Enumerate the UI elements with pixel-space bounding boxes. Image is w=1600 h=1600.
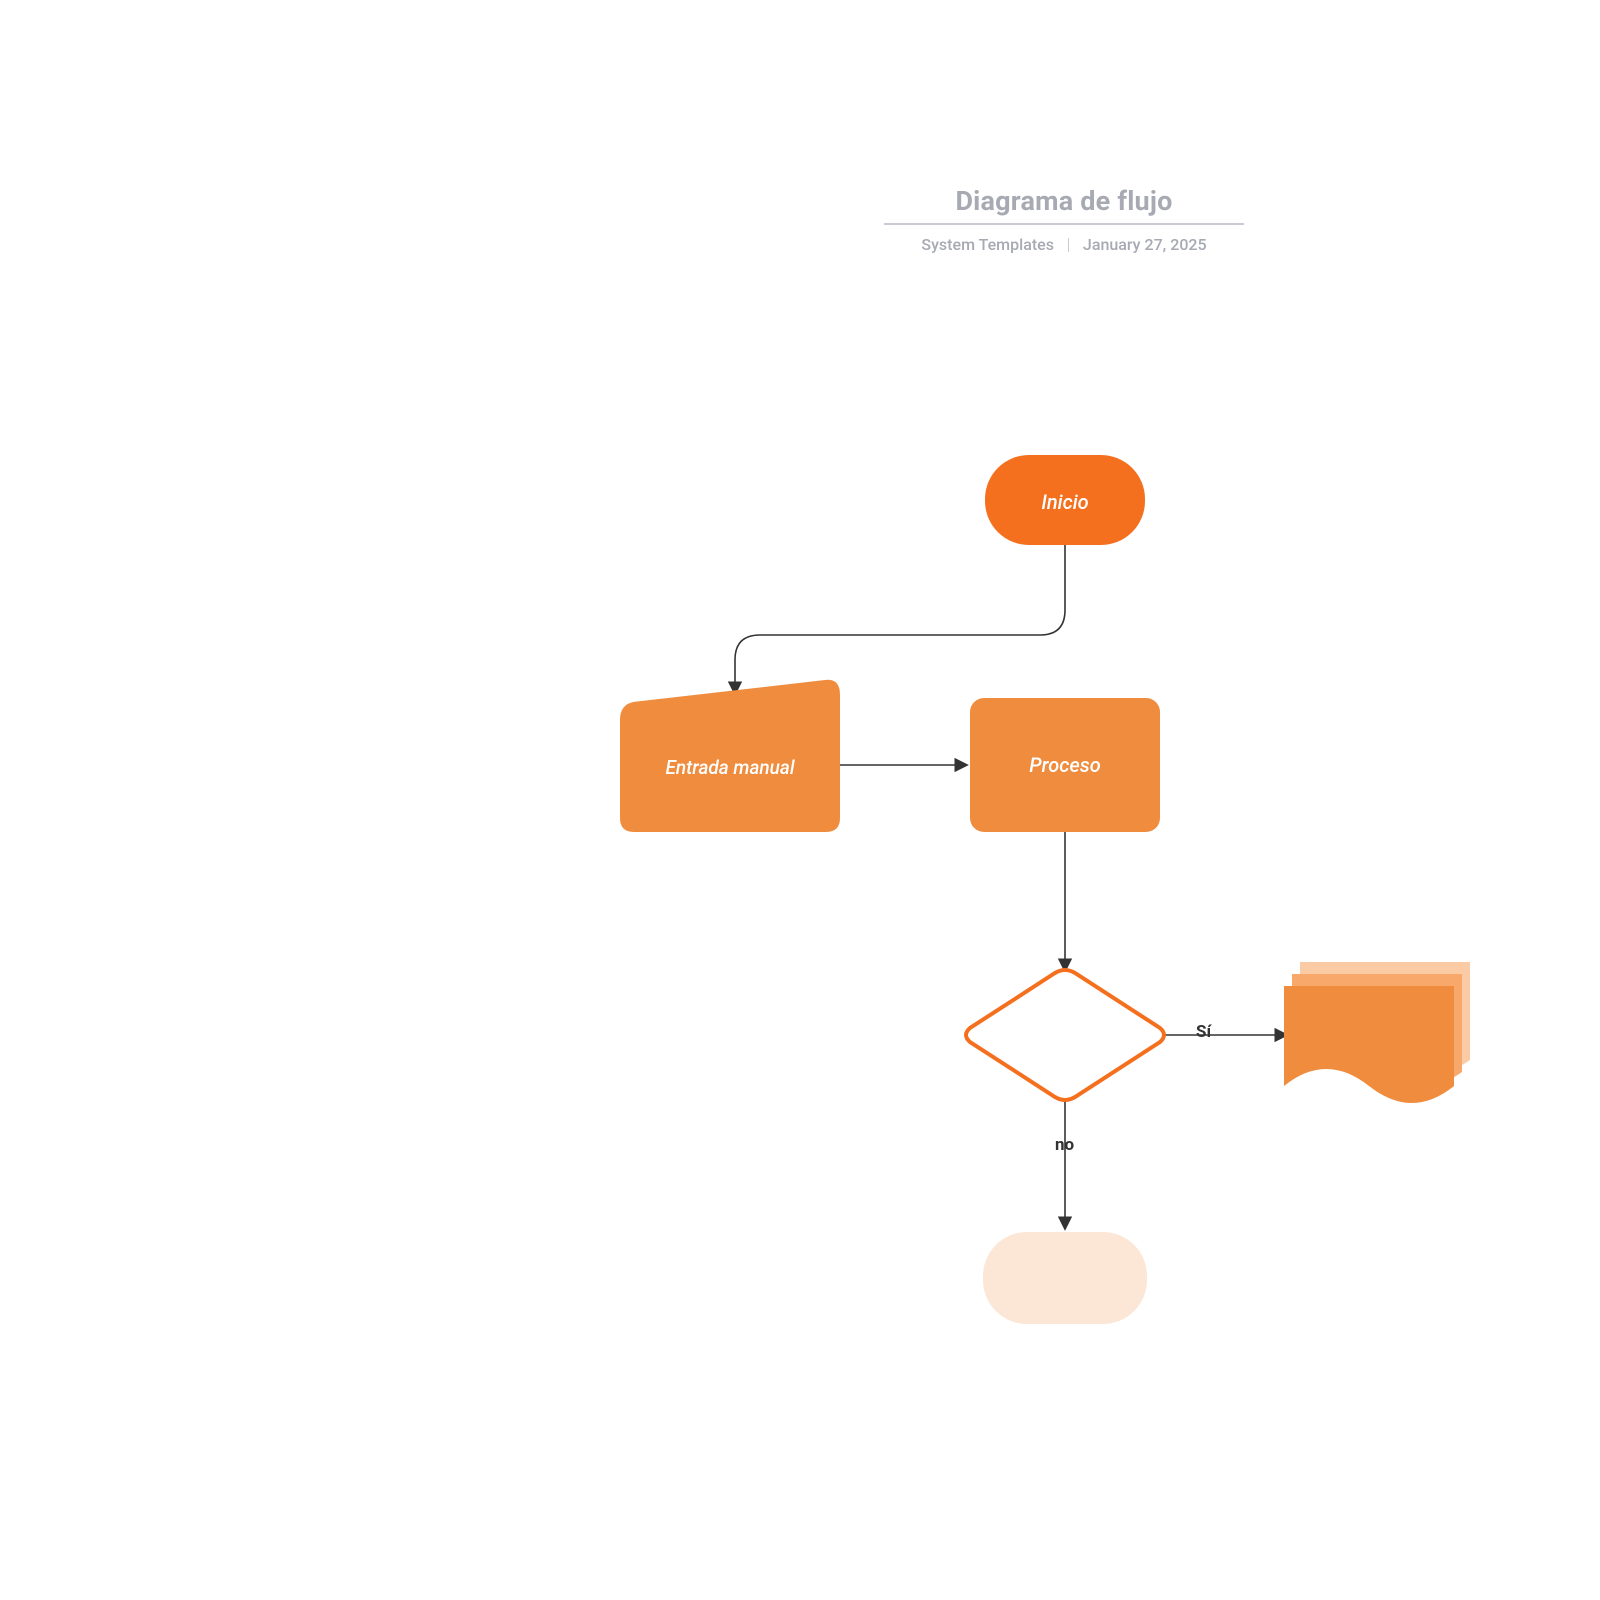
- flowchart-svg: [0, 0, 1600, 1600]
- node-multi-document[interactable]: [1284, 962, 1470, 1103]
- edge-start-to-manual: [735, 545, 1065, 693]
- node-manual-input[interactable]: [620, 680, 840, 832]
- node-start[interactable]: [985, 455, 1145, 545]
- diagram-canvas: Diagrama de flujo System Templates Janua…: [0, 0, 1600, 1600]
- node-decision[interactable]: [966, 970, 1164, 1100]
- node-process[interactable]: [970, 698, 1160, 832]
- node-end[interactable]: [983, 1232, 1147, 1324]
